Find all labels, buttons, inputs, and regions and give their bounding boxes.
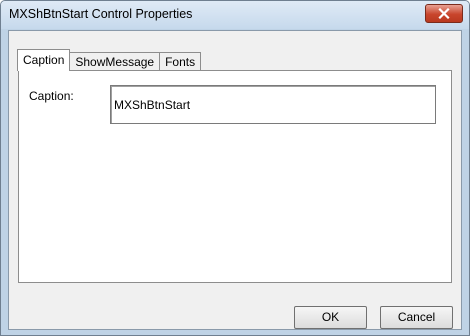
caption-input[interactable] [110,85,436,124]
caption-tab-panel: Caption: [18,70,452,283]
dialog-client-area: Caption ShowMessage Fonts Caption: OK Ca… [8,30,462,330]
cancel-button[interactable]: Cancel [380,306,453,329]
close-button[interactable] [425,4,463,23]
caption-label: Caption: [29,89,74,103]
ok-button[interactable]: OK [294,306,367,329]
window-title: MXShBtnStart Control Properties [9,7,193,21]
properties-dialog: MXShBtnStart Control Properties Caption … [0,0,470,336]
tab-caption[interactable]: Caption [17,49,71,71]
tab-fonts[interactable]: Fonts [159,52,202,71]
title-bar[interactable]: MXShBtnStart Control Properties [1,1,469,29]
close-icon [438,8,450,19]
tab-strip: Caption ShowMessage Fonts [17,49,202,71]
tab-showmessage[interactable]: ShowMessage [69,52,161,71]
